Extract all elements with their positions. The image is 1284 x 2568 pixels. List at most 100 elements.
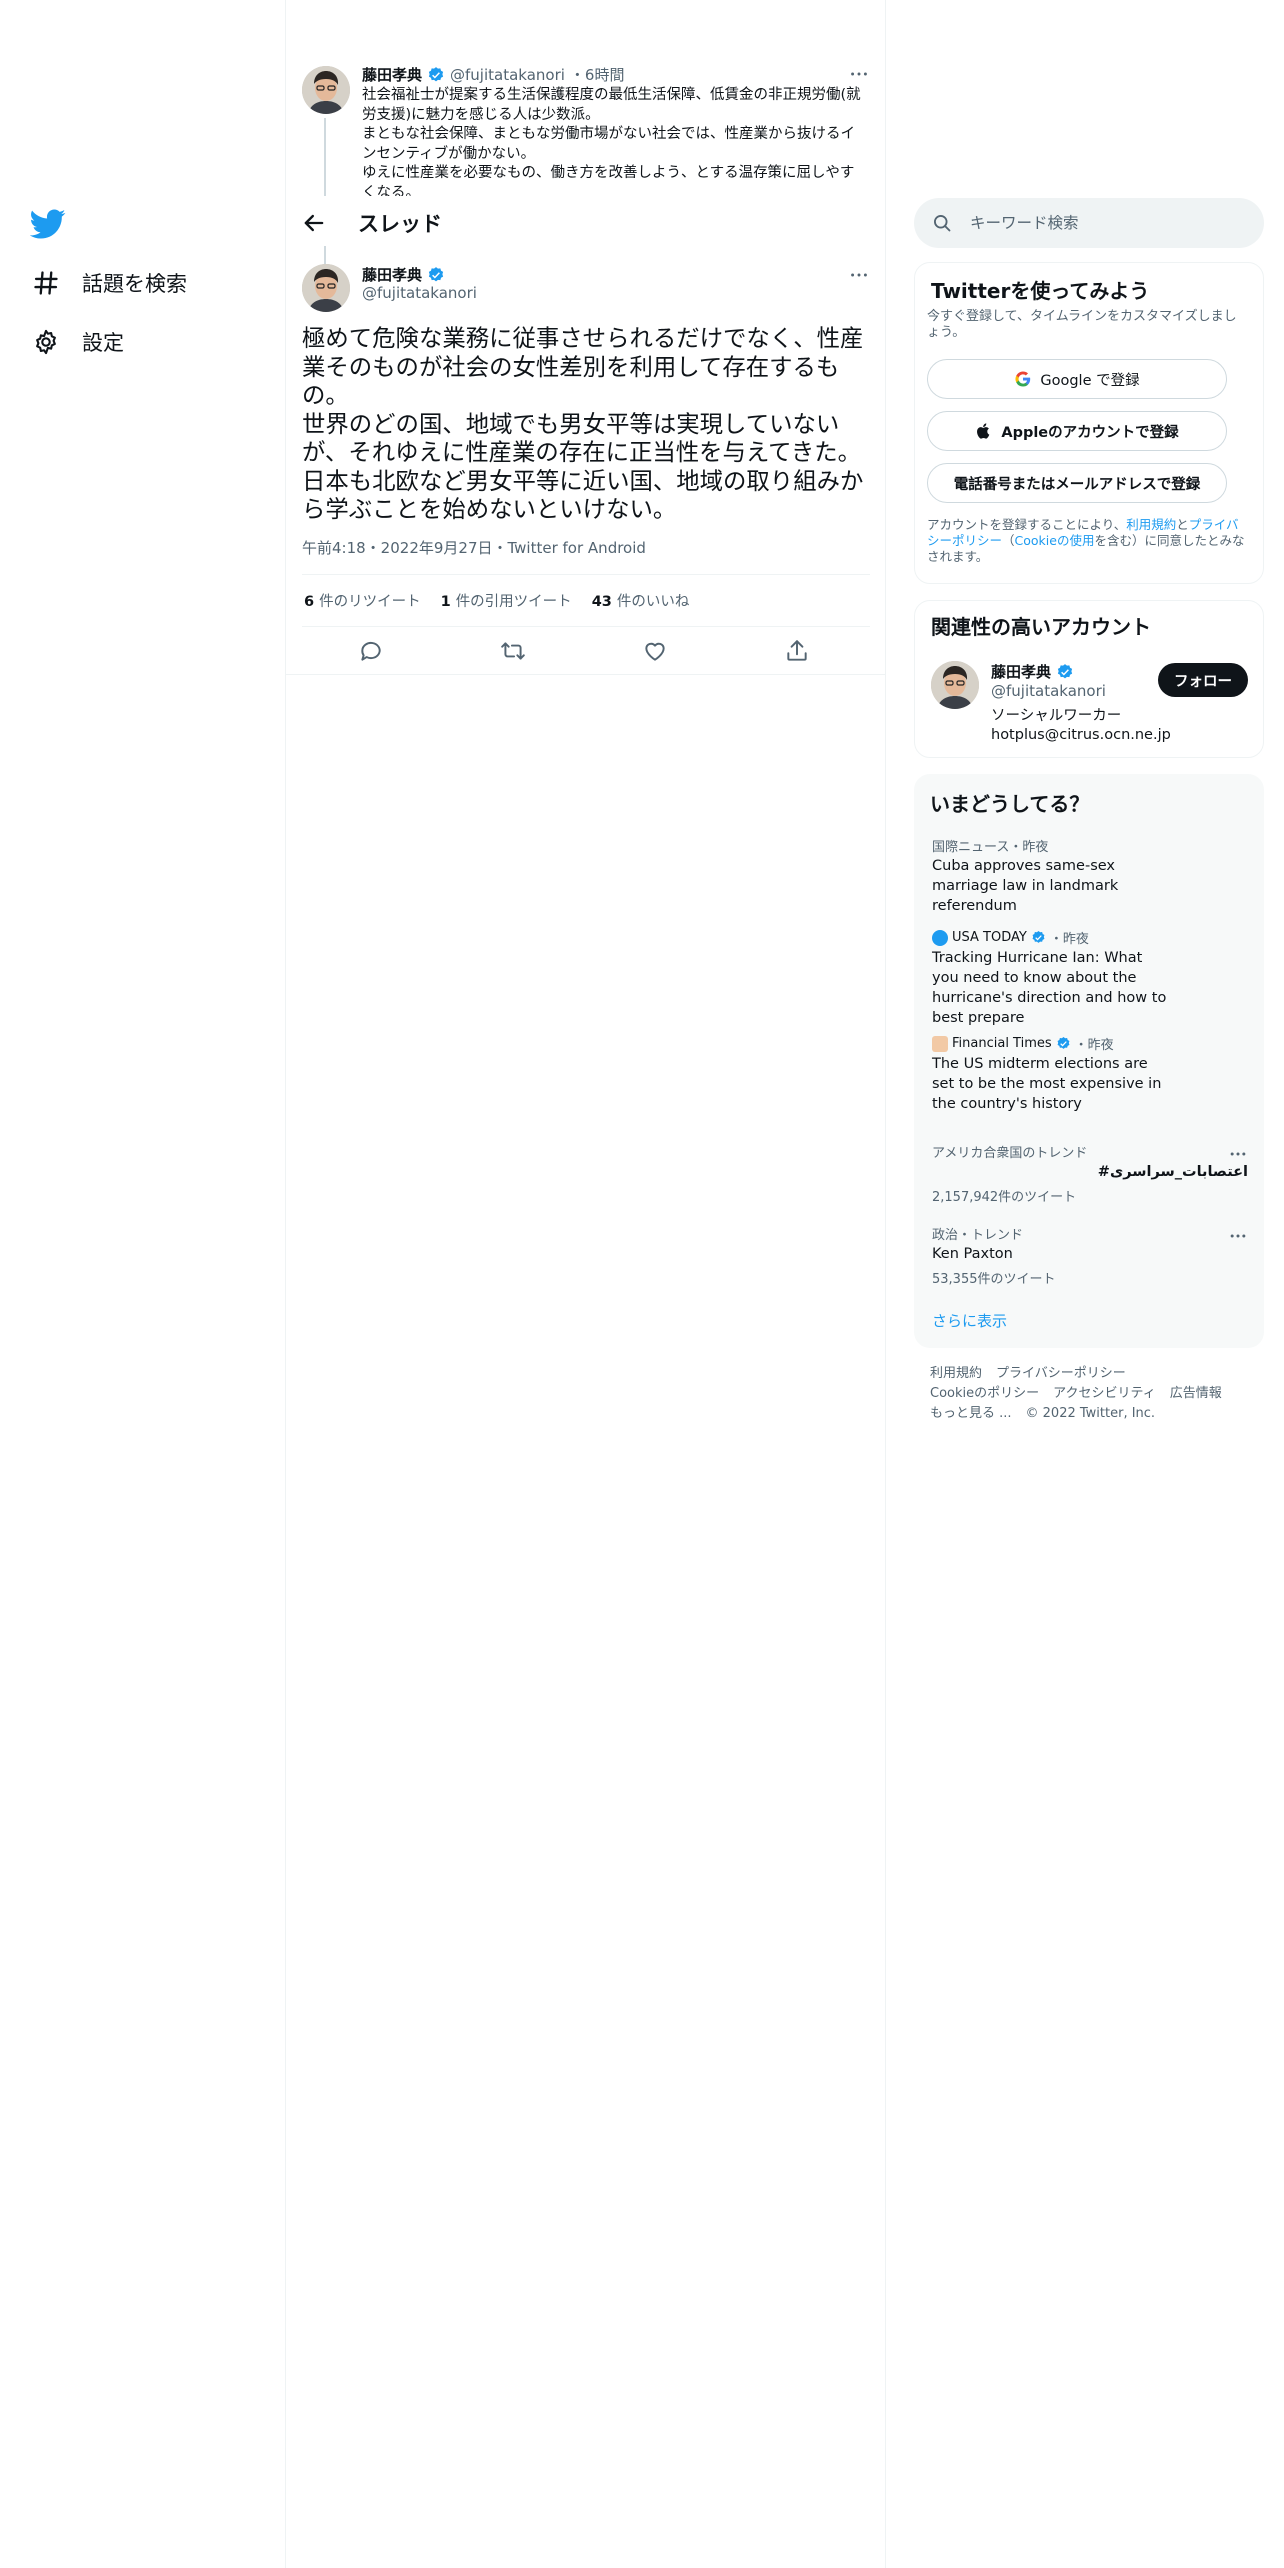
reply-icon[interactable] bbox=[358, 638, 384, 664]
author-handle[interactable]: @fujitatakanori bbox=[991, 682, 1106, 700]
share-icon[interactable] bbox=[784, 638, 810, 664]
relevant-account-handle-row: @fujitatakanori bbox=[991, 682, 1106, 700]
relevant-accounts-card: 関連性の高いアカウント 藤田孝典 @fujitatakanori ソーシャルワー… bbox=[914, 600, 1264, 758]
more-icon[interactable] bbox=[1228, 1226, 1248, 1246]
nav-item-settings[interactable]: 設定 bbox=[32, 322, 124, 362]
trend-category: 政治・トレンド bbox=[932, 1228, 1024, 1243]
account-bio-line: hotplus@citrus.ocn.ne.jp bbox=[991, 727, 1171, 743]
main-tweet-handle-row: @fujitatakanori bbox=[362, 284, 477, 302]
tweet-paragraph: 世界のどの国、地域でも男女平等は実現していないが、それゆえに性産業の存在に正当性… bbox=[302, 409, 862, 467]
trend-title: Tracking Hurricane Ian: What you need to… bbox=[932, 950, 1167, 1026]
avatar[interactable] bbox=[931, 661, 979, 709]
tweet-line: ゆえに性産業を必要なもの、働き方を改善しよう、とする温存策に屈しやすくなる。 bbox=[362, 165, 855, 196]
divider bbox=[302, 626, 870, 627]
legal-and: と bbox=[1176, 517, 1189, 532]
trends-title: いまどうしてる？ bbox=[930, 792, 1090, 816]
author-name[interactable]: 藤田孝典 bbox=[362, 64, 422, 85]
main-column: 藤田孝典 @fujitatakanori ・6時間 社会福祉士が提案する生活保護… bbox=[286, 0, 886, 2568]
more-icon[interactable] bbox=[848, 63, 870, 85]
legal-prefix: アカウントを登録することにより、 bbox=[927, 517, 1127, 532]
search-input[interactable] bbox=[970, 208, 1240, 238]
tweet-timestamp[interactable]: 午前4:18・2022年9月27日・Twitter for Android bbox=[302, 537, 646, 558]
footer-link[interactable]: Cookieのポリシー bbox=[930, 1386, 1039, 1401]
author-name[interactable]: 藤田孝典 bbox=[362, 264, 422, 285]
verified-badge-icon bbox=[428, 66, 444, 81]
thread-connector bbox=[324, 118, 326, 196]
footer-link[interactable]: 利用規約 bbox=[930, 1366, 982, 1381]
main-tweet-text: 極めて危険な業務に従事させられるだけでなく、性産業そのものが社会の女性差別を利用… bbox=[302, 324, 876, 524]
google-signup-button[interactable]: Google で登録 bbox=[927, 359, 1227, 399]
author-handle[interactable]: @fujitatakanori bbox=[450, 66, 565, 84]
apple-signup-button[interactable]: Appleのアカウントで登録 bbox=[927, 411, 1227, 451]
retweets-stat[interactable]: 6 件のリツイート bbox=[304, 590, 421, 611]
phone-email-signup-label: 電話番号またはメールアドレスで登録 bbox=[953, 476, 1201, 493]
quotes-label: 件の引用ツイート bbox=[455, 594, 572, 610]
parent-tweet-header: 藤田孝典 @fujitatakanori ・6時間 bbox=[362, 64, 624, 85]
avatar[interactable] bbox=[302, 66, 350, 114]
terms-link[interactable]: 利用規約 bbox=[1126, 517, 1176, 532]
financial-times-logo-icon bbox=[932, 1035, 948, 1052]
avatar-photo-icon bbox=[931, 661, 979, 709]
like-heart-icon[interactable] bbox=[642, 638, 668, 664]
retweets-count: 6 bbox=[304, 594, 315, 610]
trend-title: The US midterm elections are set to be t… bbox=[932, 1056, 1162, 1112]
legal-paren: （ bbox=[1002, 533, 1015, 548]
trend-time: ・昨夜 bbox=[1074, 1038, 1114, 1053]
quotes-stat[interactable]: 1 件の引用ツイート bbox=[441, 590, 572, 611]
trends-card: いまどうしてる？ 国際ニュース・昨夜 Cuba approves same-se… bbox=[914, 774, 1264, 1348]
phone-email-signup-button[interactable]: 電話番号またはメールアドレスで登録 bbox=[927, 463, 1227, 503]
trend-title: Cuba approves same-sex marriage law in l… bbox=[932, 858, 1119, 914]
footer: 利用規約 プライバシーポリシー Cookieのポリシー アクセシビリティ 広告情報 も… bbox=[930, 1364, 1260, 1424]
follow-button[interactable]: フォロー bbox=[1158, 663, 1248, 697]
trend-source-name: Financial Times bbox=[952, 1036, 1052, 1051]
twitter-logo-icon[interactable] bbox=[30, 206, 66, 242]
trend-category: アメリカ合衆国のトレンド bbox=[932, 1146, 1088, 1161]
main-tweet-header: 藤田孝典 bbox=[362, 264, 445, 285]
avatar-photo-icon bbox=[302, 66, 350, 114]
likes-count: 43 bbox=[591, 594, 612, 610]
show-more-link[interactable]: さらに表示 bbox=[932, 1310, 1007, 1331]
tweet-paragraph: 日本も北欧など男女平等に近い国、地域の取り組みから学ぶことを始めないといけない。 bbox=[302, 466, 864, 524]
nav-item-settings-label: 設定 bbox=[82, 331, 124, 355]
tweet-stats: 6 件のリツイート 1 件の引用ツイート 43 件のいいね bbox=[304, 590, 689, 611]
likes-label: 件のいいね bbox=[616, 594, 690, 610]
trend-category: 国際ニュース・昨夜 bbox=[932, 840, 1049, 855]
nav-item-explore[interactable]: 話題を検索 bbox=[32, 263, 187, 303]
trend-title: Ken Paxton bbox=[932, 1246, 1013, 1262]
back-arrow-icon[interactable] bbox=[300, 209, 328, 237]
likes-stat[interactable]: 43 件のいいね bbox=[592, 590, 690, 611]
account-bio-line: ソーシャルワーカー bbox=[991, 708, 1122, 724]
trend-source: USA TODAY ・昨夜 bbox=[932, 928, 1089, 947]
tweet-paragraph: 極めて危険な業務に従事させられるだけでなく、性産業そのものが社会の女性差別を利用… bbox=[302, 324, 864, 409]
divider bbox=[302, 574, 870, 575]
search-icon bbox=[934, 215, 951, 232]
cookie-link[interactable]: Cookieの使用 bbox=[1015, 533, 1095, 548]
gear-icon bbox=[36, 329, 56, 355]
retweets-label: 件のリツイート bbox=[319, 594, 421, 610]
signup-title: Twitterを使ってみよう bbox=[931, 279, 1150, 303]
apple-signup-label: Appleのアカウントで登録 bbox=[1001, 424, 1179, 441]
author-handle[interactable]: @fujitatakanori bbox=[362, 284, 477, 302]
more-icon[interactable] bbox=[1228, 1144, 1248, 1164]
verified-badge-icon bbox=[1057, 663, 1073, 678]
footer-link[interactable]: 広告情報 bbox=[1170, 1386, 1222, 1401]
tweet-actions bbox=[286, 632, 886, 672]
tweet-line: まともな社会保障、まともな労働市場がない社会では、性産業から抜けるインセンティブ… bbox=[362, 126, 855, 162]
tweet-line: 社会福祉士が提案する生活保護程度の最低生活保障、低賃金の非正規労働(就労支援)に… bbox=[362, 87, 861, 123]
retweet-icon[interactable] bbox=[500, 638, 526, 664]
copyright: © 2022 Twitter, Inc. bbox=[1025, 1406, 1156, 1421]
footer-link[interactable]: もっと見る ... bbox=[930, 1406, 1012, 1421]
more-icon[interactable] bbox=[848, 264, 870, 286]
tweet-time[interactable]: ・6時間 bbox=[570, 64, 625, 85]
thread-connector bbox=[324, 246, 326, 266]
author-name[interactable]: 藤田孝典 bbox=[991, 661, 1051, 682]
avatar[interactable] bbox=[302, 264, 350, 312]
search-bar[interactable] bbox=[914, 198, 1264, 248]
thread-header: スレッド bbox=[286, 196, 885, 250]
footer-link[interactable]: アクセシビリティ bbox=[1053, 1386, 1156, 1401]
google-logo-icon bbox=[1015, 371, 1031, 387]
relevant-accounts-title: 関連性の高いアカウント bbox=[931, 615, 1151, 639]
signup-description: 今すぐ登録して、タイムラインをカスタマイズしましょう。 bbox=[927, 309, 1237, 340]
footer-link[interactable]: プライバシーポリシー bbox=[996, 1366, 1126, 1381]
google-signup-label: Google で登録 bbox=[1040, 372, 1140, 389]
